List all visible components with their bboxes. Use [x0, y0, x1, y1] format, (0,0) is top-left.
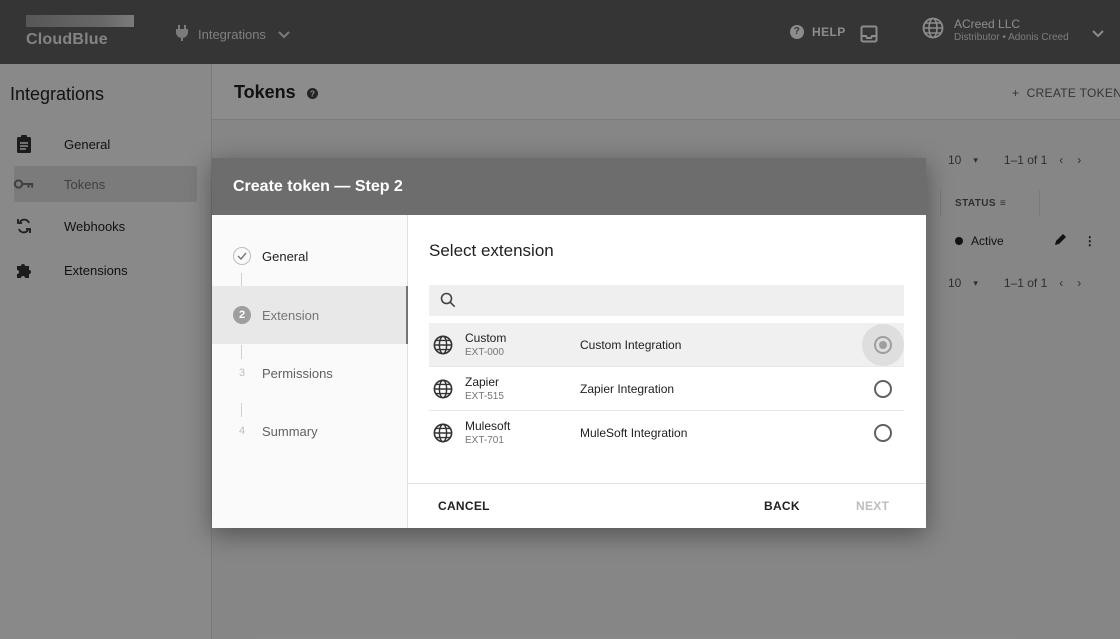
cancel-button[interactable]: CANCEL: [438, 499, 490, 513]
select-extension-title: Select extension: [429, 241, 554, 260]
back-button[interactable]: BACK: [764, 499, 800, 513]
step-permissions: 3 Permissions: [212, 344, 408, 402]
extension-id: EXT-515: [465, 391, 504, 402]
globe-icon: [433, 335, 453, 360]
extension-name: Custom: [465, 331, 507, 345]
radio-button[interactable]: [874, 380, 892, 398]
step-label: Permissions: [262, 365, 333, 381]
step-number: 3: [238, 367, 246, 379]
create-token-dialog: Create token — Step 2 General 2 Extensio…: [212, 158, 926, 528]
globe-icon: [433, 379, 453, 404]
step-label: General: [262, 248, 309, 264]
extension-row-zapier[interactable]: Zapier EXT-515 Zapier Integration: [429, 367, 904, 411]
globe-icon: [433, 423, 453, 448]
dialog-content: Select extension Custom EXT-000 Custom I…: [408, 215, 926, 528]
dialog-title: Create token — Step 2: [233, 178, 403, 195]
search-input[interactable]: [429, 285, 904, 316]
extension-description: Custom Integration: [580, 338, 682, 352]
step-number: 2: [233, 306, 251, 324]
extension-row-custom[interactable]: Custom EXT-000 Custom Integration: [429, 323, 904, 367]
extension-description: MuleSoft Integration: [580, 426, 688, 440]
extension-id: EXT-701: [465, 435, 504, 446]
search-icon: [440, 292, 456, 313]
step-summary: 4 Summary: [212, 402, 408, 460]
check-icon: [233, 247, 251, 265]
extension-row-mulesoft[interactable]: Mulesoft EXT-701 MuleSoft Integration: [429, 411, 904, 455]
next-button[interactable]: NEXT: [856, 499, 889, 513]
extension-name: Zapier: [465, 375, 500, 389]
step-extension[interactable]: 2 Extension: [212, 286, 408, 344]
dialog-header: Create token — Step 2: [212, 158, 926, 215]
dialog-footer: CANCEL BACK NEXT: [408, 483, 926, 528]
step-label: Extension: [262, 307, 320, 323]
extension-name: Mulesoft: [465, 419, 511, 433]
wizard-steps: General 2 Extension 3 Permissions 4 Summ…: [212, 215, 408, 528]
step-label: Summary: [262, 423, 318, 439]
radio-button[interactable]: [874, 424, 892, 442]
step-connector: [241, 273, 242, 287]
extension-id: EXT-000: [465, 347, 504, 358]
extension-description: Zapier Integration: [580, 382, 675, 396]
step-number: 4: [238, 425, 246, 437]
radio-button[interactable]: [874, 336, 892, 354]
